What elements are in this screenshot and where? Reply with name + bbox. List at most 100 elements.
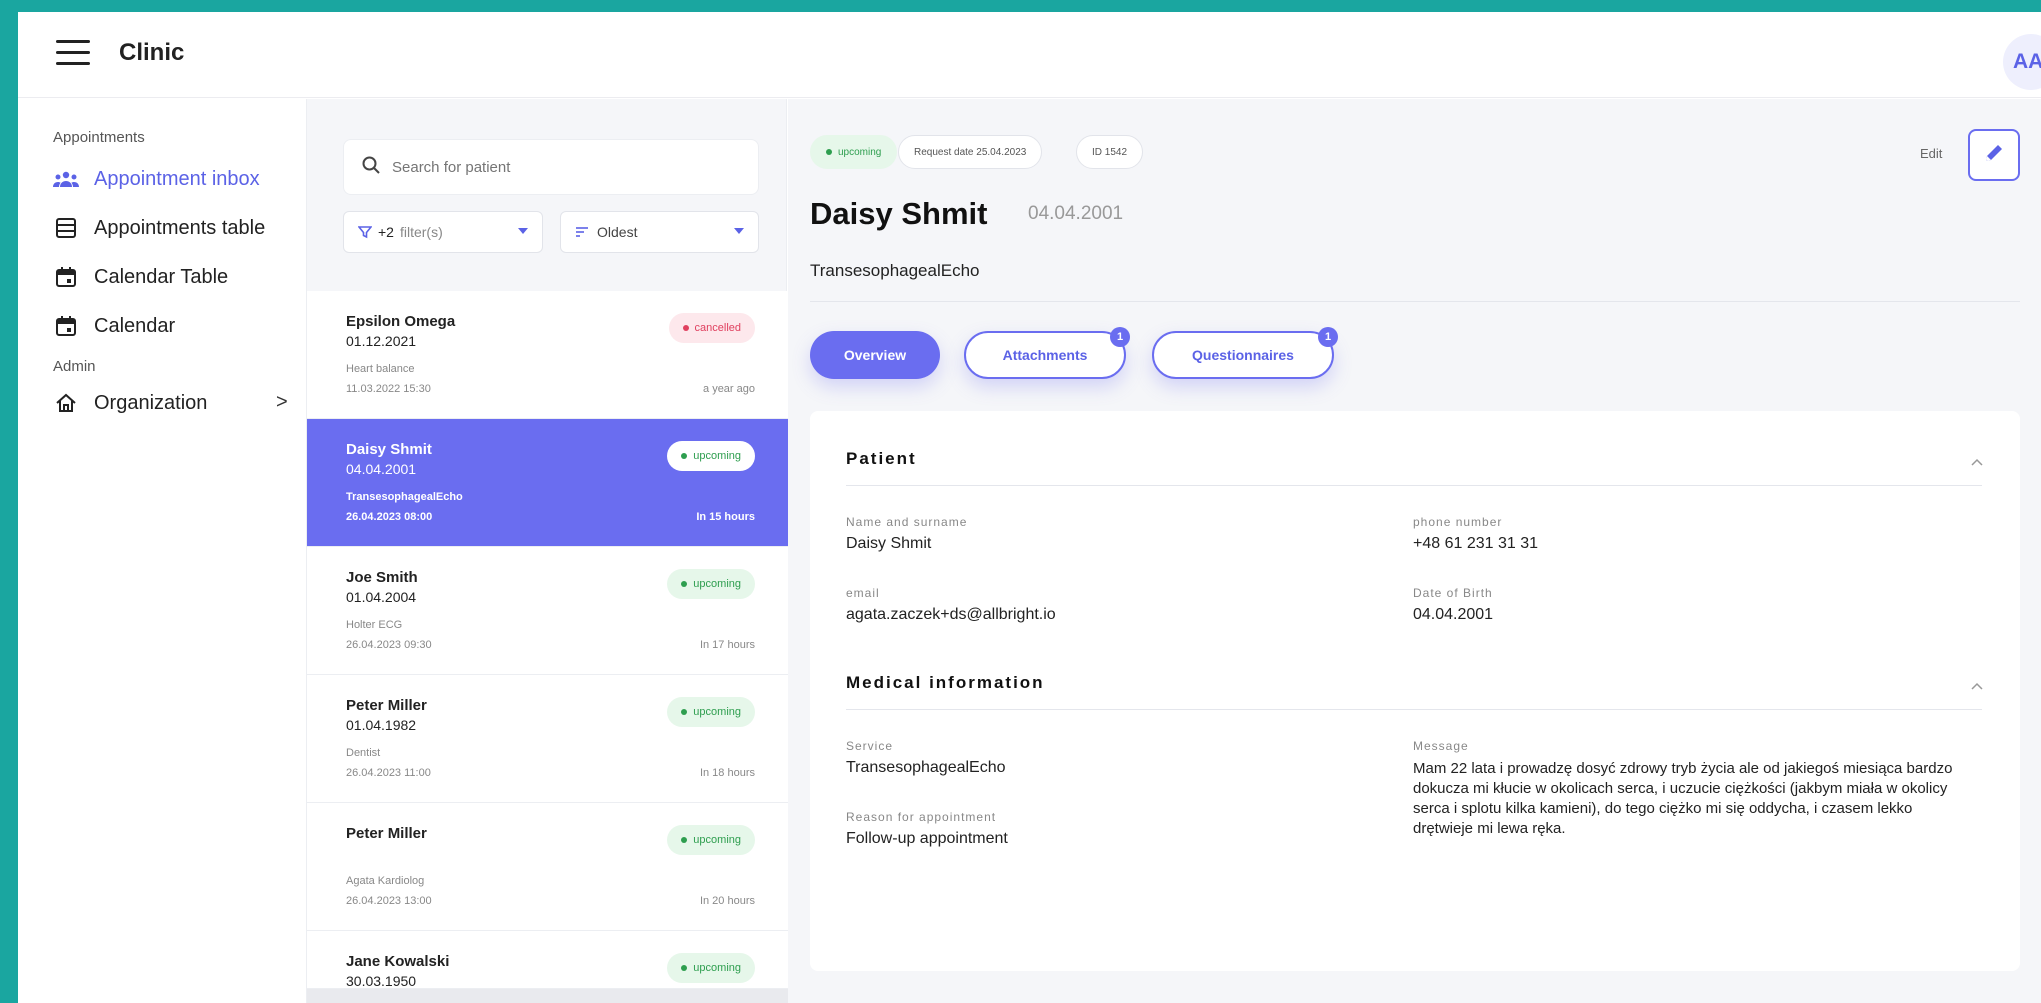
patient-dob: 04.04.2001: [346, 461, 417, 477]
sidebar-item-calendar-table[interactable]: Calendar Table: [53, 259, 228, 295]
service-value: TransesophagealEcho: [846, 759, 1006, 776]
chevron-right-icon[interactable]: >: [276, 391, 288, 414]
list-item[interactable]: Daisy Shmit 04.04.2001 TransesophagealEc…: [307, 419, 788, 547]
app-window: Clinic AA Appointments Appointment inbox…: [18, 12, 2041, 1003]
tab-overview[interactable]: Overview: [810, 331, 940, 379]
sidebar-item-appointments-table[interactable]: Appointments table: [53, 210, 265, 246]
status-badge: cancelled: [668, 313, 755, 343]
chevron-up-icon[interactable]: [1970, 679, 1984, 693]
sidebar-section-admin: Admin: [53, 358, 96, 375]
patient-name: Epsilon Omega: [346, 313, 456, 330]
relative-time: In 18 hours: [699, 767, 755, 779]
section-title-patient: Patient: [846, 449, 917, 468]
appointment-datetime: 11.03.2022 15:30: [346, 383, 431, 395]
questionnaires-count-badge: 1: [1318, 327, 1338, 347]
filter-dropdown[interactable]: +2 filter(s): [343, 211, 543, 253]
email-label: email: [846, 586, 880, 600]
list-item[interactable]: Peter Miller Agata Kardiolog 26.04.2023 …: [307, 803, 788, 931]
sidebar: Appointments Appointment inbox Appointme…: [18, 99, 306, 1003]
sidebar-item-label: Calendar Table: [94, 265, 229, 288]
relative-time: In 17 hours: [699, 639, 755, 651]
service-name: Heart balance: [346, 363, 415, 375]
patient-dob: 01.12.2021: [346, 333, 417, 349]
chevron-down-icon: [734, 228, 744, 234]
top-bar: Clinic AA: [18, 12, 2041, 98]
list-scroll-edge: [307, 989, 788, 1003]
service-name: Dentist: [346, 747, 381, 759]
calendar-icon: [53, 264, 79, 290]
id-chip: ID 1542: [1076, 135, 1144, 169]
appointment-datetime: 26.04.2023 09:30: [346, 639, 432, 651]
section-divider: [846, 485, 1982, 486]
attachments-count-badge: 1: [1110, 327, 1130, 347]
reason-value: Follow-up appointment: [846, 830, 1008, 847]
status-badge: upcoming: [810, 135, 898, 169]
filter-suffix: filter(s): [399, 224, 443, 240]
patient-dob: 30.03.1950: [346, 973, 417, 989]
home-icon: [53, 390, 79, 416]
service-label: Service: [846, 739, 894, 753]
app-title: Clinic: [119, 39, 185, 66]
patient-name: Peter Miller: [346, 697, 427, 714]
patient-name: Joe Smith: [346, 569, 418, 586]
name-value: Daisy Shmit: [846, 535, 932, 552]
patient-dob: 01.04.1982: [346, 717, 417, 733]
dob-label: Date of Birth: [1413, 586, 1493, 600]
service-name: Agata Kardiolog: [346, 875, 425, 887]
calendar-icon: [53, 313, 79, 339]
search-icon: [362, 156, 380, 179]
group-icon: [53, 166, 79, 192]
section-title-medical: Medical information: [846, 673, 1045, 692]
list-item[interactable]: Jane Kowalski 30.03.1950 upcoming: [307, 931, 788, 989]
service-name: TransesophagealEcho: [346, 491, 463, 503]
overview-panel: Patient Name and surname Daisy Shmit pho…: [810, 411, 2020, 971]
appointment-list-panel: +2 filter(s) Oldest Epsilon Omega 01.12.…: [306, 99, 788, 1003]
list-item[interactable]: Joe Smith 01.04.2004 Holter ECG 26.04.20…: [307, 547, 788, 675]
relative-time: In 15 hours: [696, 511, 755, 523]
status-badge: upcoming: [667, 697, 755, 727]
patient-dob-heading: 04.04.2001: [1028, 203, 1124, 224]
tab-questionnaires[interactable]: Questionnaires 1: [1152, 327, 1338, 379]
table-icon: [53, 215, 79, 241]
list-item[interactable]: Epsilon Omega 01.12.2021 Heart balance 1…: [307, 291, 788, 419]
sidebar-item-calendar[interactable]: Calendar: [53, 308, 175, 344]
appointment-detail: upcoming Request date 25.04.2023 ID 1542…: [788, 99, 2041, 1003]
reason-label: Reason for appointment: [846, 810, 997, 824]
patient-name: Peter Miller: [346, 825, 427, 842]
sort-label: Oldest: [597, 224, 638, 240]
email-value: agata.zaczek+ds@allbright.io: [846, 606, 1056, 623]
sidebar-section-appointments: Appointments: [53, 129, 145, 146]
sort-dropdown[interactable]: Oldest: [560, 211, 759, 253]
search-input[interactable]: [392, 158, 732, 176]
dob-value: 04.04.2001: [1413, 606, 1494, 623]
filter-icon: [358, 225, 372, 239]
tab-attachments[interactable]: Attachments 1: [964, 327, 1130, 379]
service-name: Holter ECG: [346, 619, 403, 631]
chevron-up-icon[interactable]: [1970, 455, 1984, 469]
list-item[interactable]: Peter Miller 01.04.1982 Dentist 26.04.20…: [307, 675, 788, 803]
sidebar-item-organization[interactable]: Organization: [53, 385, 207, 421]
service-subtitle: TransesophagealEcho: [810, 261, 980, 280]
sidebar-item-label: Organization: [94, 391, 208, 414]
relative-time: a year ago: [703, 383, 755, 395]
relative-time: In 20 hours: [699, 895, 755, 907]
sidebar-item-appointment-inbox[interactable]: Appointment inbox: [53, 161, 260, 197]
status-badge: upcoming: [667, 953, 755, 983]
status-badge: upcoming: [667, 569, 755, 599]
patient-dob: 01.04.2004: [346, 589, 417, 605]
filter-count: +2: [378, 224, 394, 240]
menu-icon[interactable]: [56, 40, 90, 68]
section-divider: [846, 709, 1982, 710]
chevron-down-icon: [518, 228, 528, 234]
sidebar-item-label: Appointment inbox: [94, 167, 260, 190]
appointment-datetime: 26.04.2023 11:00: [346, 767, 431, 779]
search-box[interactable]: [343, 139, 759, 195]
sort-icon: [575, 226, 589, 238]
appointment-datetime: 26.04.2023 13:00: [346, 895, 432, 907]
phone-value: +48 61 231 31 31: [1413, 535, 1539, 552]
pencil-icon: [1983, 142, 2005, 169]
edit-button[interactable]: [1968, 129, 2020, 181]
sidebar-item-label: Calendar: [94, 314, 176, 337]
avatar[interactable]: AA: [2003, 34, 2041, 90]
patient-name: Daisy Shmit: [346, 441, 432, 458]
